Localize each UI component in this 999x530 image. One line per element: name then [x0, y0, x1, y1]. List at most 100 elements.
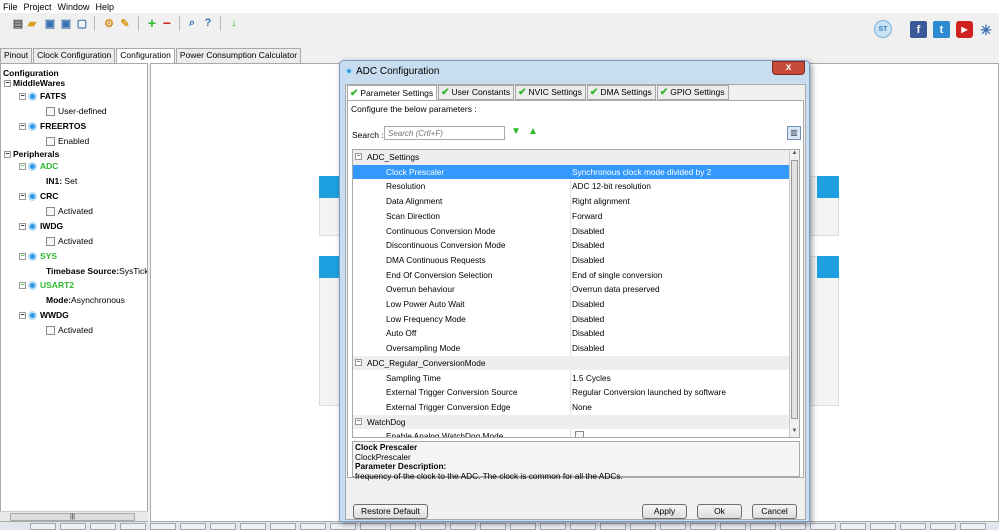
cancel-button[interactable]: Cancel [752, 504, 797, 519]
tree-leaf-fatfs-user-defined[interactable]: User-defined [46, 106, 107, 117]
taskbar-item[interactable] [420, 523, 446, 530]
taskbar-item[interactable] [720, 523, 746, 530]
tree-leaf-freertos-enabled[interactable]: Enabled [46, 136, 89, 147]
view-toggle-icon[interactable]: ▥ [787, 126, 801, 140]
search-next-icon[interactable]: ▼ [511, 127, 521, 137]
taskbar-item[interactable] [840, 523, 866, 530]
collapse-icon[interactable]: − [19, 282, 26, 290]
taskbar-item[interactable] [30, 523, 56, 530]
tab-nvic-settings[interactable]: ✔ NVIC Settings [515, 85, 586, 100]
taskbar-item[interactable] [360, 523, 386, 530]
parameter-table-scrollbar[interactable]: ▲ ▼ [789, 150, 799, 437]
param-row-enable-analog-watchdog-mode[interactable]: Enable Analog WatchDog Mode [353, 429, 790, 437]
group-adc-regular-conversionmode[interactable]: − ADC_Regular_ConversionMode [353, 355, 790, 371]
collapse-icon[interactable]: − [19, 312, 26, 320]
new-project-icon[interactable]: ▤ [12, 17, 24, 30]
tree-leaf-usart2-mode[interactable]: Mode:Asynchronous [46, 295, 125, 306]
taskbar-item[interactable] [660, 523, 686, 530]
search-previous-icon[interactable]: ▲ [528, 127, 538, 137]
collapse-icon[interactable]: − [4, 151, 11, 159]
tree-leaf-sys-timebase[interactable]: Timebase Source:SysTick [46, 266, 147, 277]
param-row-resolution[interactable]: Resolution ADC 12-bit resolution [353, 179, 790, 194]
tab-pinout[interactable]: Pinout [0, 48, 33, 63]
collapse-icon[interactable]: − [19, 123, 26, 131]
collapse-icon[interactable]: − [19, 93, 26, 101]
taskbar-item[interactable] [300, 523, 326, 530]
scrollbar-thumb[interactable]: ||| [10, 513, 135, 521]
remove-icon[interactable]: − [161, 15, 173, 31]
search-input[interactable] [384, 126, 505, 140]
add-icon[interactable]: + [146, 15, 158, 31]
tree-node-usart2[interactable]: − USART2 [19, 280, 74, 291]
taskbar-item[interactable] [750, 523, 776, 530]
group-adc-settings[interactable]: − ADC_Settings [353, 150, 790, 165]
generate-code-icon[interactable]: ⚙ [103, 17, 115, 30]
menu-help[interactable]: Help [93, 2, 118, 12]
group-watchdog[interactable]: − WatchDog [353, 414, 790, 430]
taskbar-item[interactable] [960, 523, 986, 530]
taskbar-item[interactable] [930, 523, 956, 530]
collapse-icon[interactable]: − [19, 193, 26, 201]
tree-node-freertos[interactable]: − FREERTOS [19, 121, 86, 132]
taskbar-item[interactable] [690, 523, 716, 530]
collapse-icon[interactable]: − [4, 80, 11, 88]
param-row-sampling-time[interactable]: Sampling Time 1.5 Cycles [353, 371, 790, 386]
taskbar-item[interactable] [510, 523, 536, 530]
param-row-scan-direction[interactable]: Scan Direction Forward [353, 209, 790, 224]
menu-window[interactable]: Window [55, 2, 93, 12]
taskbar-item[interactable] [90, 523, 116, 530]
tab-power-consumption-calculator[interactable]: Power Consumption Calculator [175, 48, 302, 63]
scroll-up-icon[interactable]: ▲ [791, 150, 798, 158]
scroll-down-icon[interactable]: ▼ [791, 428, 798, 436]
taskbar-item[interactable] [60, 523, 86, 530]
tree-node-peripherals[interactable]: − Peripherals [4, 149, 59, 160]
param-row-overrun-behaviour[interactable]: Overrun behaviour Overrun data preserved [353, 282, 790, 297]
tree-node-crc[interactable]: − CRC [19, 191, 58, 202]
param-row-low-frequency-mode[interactable]: Low Frequency Mode Disabled [353, 312, 790, 327]
taskbar-item[interactable] [270, 523, 296, 530]
taskbar-item[interactable] [480, 523, 506, 530]
param-row-oversampling-mode[interactable]: Oversampling Mode Disabled [353, 341, 790, 356]
param-row-clock-prescaler[interactable]: Clock Prescaler Synchronous clock mode di… [353, 164, 790, 180]
tree-node-fatfs[interactable]: − FATFS [19, 91, 66, 102]
youtube-icon[interactable]: ▶ [956, 21, 973, 38]
collapse-icon[interactable]: − [19, 223, 26, 231]
taskbar-item[interactable] [150, 523, 176, 530]
tree-node-iwdg[interactable]: − IWDG [19, 221, 63, 232]
tab-configuration[interactable]: Configuration [116, 48, 175, 64]
generate-report-icon[interactable]: ✎ [119, 17, 131, 30]
tree-horizontal-scrollbar[interactable]: ||| [0, 511, 148, 521]
taskbar-item[interactable] [210, 523, 236, 530]
taskbar-item[interactable] [900, 523, 926, 530]
taskbar-item[interactable] [240, 523, 266, 530]
tree-leaf-crc-activated[interactable]: Activated [46, 206, 93, 217]
taskbar-item[interactable] [450, 523, 476, 530]
twitter-icon[interactable]: t [933, 21, 950, 38]
close-icon[interactable]: ▢ [76, 17, 88, 30]
taskbar-item[interactable] [180, 523, 206, 530]
network-icon[interactable]: ✳ [977, 21, 995, 39]
taskbar-item[interactable] [810, 523, 836, 530]
open-icon[interactable]: ▰ [26, 17, 38, 30]
collapse-icon[interactable]: − [19, 163, 26, 171]
param-row-external-trigger-conversion-source[interactable]: External Trigger Conversion Source Regula… [353, 385, 790, 400]
save-as-icon[interactable]: ▣ [60, 17, 72, 30]
menu-file[interactable]: File [0, 2, 21, 12]
param-row-discontinuous-conversion-mode[interactable]: Discontinuous Conversion Mode Disabled [353, 238, 790, 253]
checkbox[interactable] [46, 107, 55, 117]
param-row-low-power-auto-wait[interactable]: Low Power Auto Wait Disabled [353, 297, 790, 312]
tab-user-constants[interactable]: ✔ User Constants [438, 85, 515, 100]
checkbox[interactable] [46, 137, 55, 147]
help-icon[interactable]: ? [202, 17, 214, 29]
tab-clock-configuration[interactable]: Clock Configuration [33, 48, 116, 63]
restore-default-button[interactable]: Restore Default [353, 504, 428, 519]
collapse-icon[interactable]: − [355, 153, 362, 160]
taskbar-item[interactable] [390, 523, 416, 530]
taskbar-item[interactable] [870, 523, 896, 530]
taskbar-item[interactable] [630, 523, 656, 530]
tab-gpio-settings[interactable]: ✔ GPIO Settings [656, 85, 729, 100]
scrollbar-thumb[interactable] [791, 160, 798, 419]
collapse-icon[interactable]: − [355, 417, 362, 425]
taskbar-item[interactable] [540, 523, 566, 530]
tree-leaf-iwdg-activated[interactable]: Activated [46, 236, 93, 247]
